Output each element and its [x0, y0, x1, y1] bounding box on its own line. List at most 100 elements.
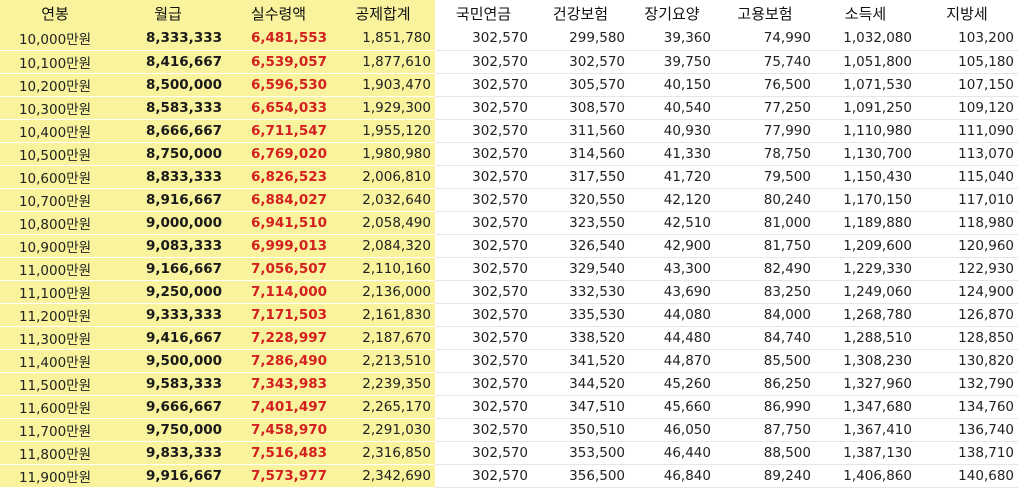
cell-local-tax: 132,790	[916, 372, 1018, 396]
cell-total-deduction: 2,239,350	[331, 372, 435, 396]
cell-long-term-care: 44,080	[629, 303, 715, 327]
cell-employment-insurance: 87,750	[715, 418, 815, 442]
cell-local-tax: 113,070	[916, 142, 1018, 166]
header-monthly-salary: 월급	[110, 0, 226, 27]
cell-monthly-salary: 8,333,333	[110, 27, 226, 51]
cell-net-pay: 7,056,507	[226, 257, 331, 281]
cell-net-pay: 6,711,547	[226, 119, 331, 143]
table-row: 11,300만원 9,416,667 7,228,997 2,187,670 302,5…	[0, 326, 1018, 350]
cell-income-tax: 1,308,230	[815, 349, 916, 373]
cell-total-deduction: 2,187,670	[331, 326, 435, 350]
cell-income-tax: 1,367,410	[815, 418, 916, 442]
cell-net-pay: 7,401,497	[226, 395, 331, 419]
cell-employment-insurance: 85,500	[715, 349, 815, 373]
cell-total-deduction: 2,265,170	[331, 395, 435, 419]
cell-income-tax: 1,032,080	[815, 27, 916, 51]
cell-employment-insurance: 80,240	[715, 188, 815, 212]
table-row: 10,600만원 8,833,333 6,826,523 2,006,810 302,5…	[0, 165, 1018, 189]
header-national-pension: 국민연금	[455, 5, 512, 23]
cell-employment-insurance: 84,740	[715, 326, 815, 350]
cell-net-pay: 6,481,553	[226, 27, 331, 51]
cell-long-term-care: 46,050	[629, 418, 715, 442]
cell-health-insurance: 347,510	[532, 395, 629, 419]
cell-employment-insurance: 76,500	[715, 73, 815, 97]
cell-monthly-salary: 9,750,000	[110, 418, 226, 442]
cell-monthly-salary: 9,083,333	[110, 234, 226, 258]
cell-net-pay: 7,573,977	[226, 464, 331, 488]
cell-annual-salary: 11,300만원	[0, 326, 110, 350]
cell-long-term-care: 43,300	[629, 257, 715, 281]
cell-national-pension: 302,570	[435, 73, 532, 97]
cell-employment-insurance: 83,250	[715, 280, 815, 304]
cell-employment-insurance: 75,740	[715, 50, 815, 74]
cell-monthly-salary: 9,416,667	[110, 326, 226, 350]
cell-local-tax: 118,980	[916, 211, 1018, 235]
cell-total-deduction: 2,161,830	[331, 303, 435, 327]
table-row: 10,300만원 8,583,333 6,654,033 1,929,300 302,5…	[0, 96, 1018, 120]
header-total-deduction: 공제합계	[331, 0, 435, 27]
cell-monthly-salary: 8,500,000	[110, 73, 226, 97]
cell-long-term-care: 41,330	[629, 142, 715, 166]
cell-health-insurance: 356,500	[532, 464, 629, 488]
cell-national-pension: 302,570	[435, 257, 532, 281]
cell-total-deduction: 2,084,320	[331, 234, 435, 258]
cell-monthly-salary: 9,833,333	[110, 441, 226, 465]
cell-net-pay: 6,941,510	[226, 211, 331, 235]
cell-local-tax: 140,680	[916, 464, 1018, 488]
cell-health-insurance: 317,550	[532, 165, 629, 189]
cell-monthly-salary: 8,416,667	[110, 50, 226, 74]
cell-income-tax: 1,249,060	[815, 280, 916, 304]
cell-national-pension: 302,570	[435, 119, 532, 143]
cell-health-insurance: 353,500	[532, 441, 629, 465]
cell-total-deduction: 2,136,000	[331, 280, 435, 304]
cell-long-term-care: 44,480	[629, 326, 715, 350]
cell-annual-salary: 11,800만원	[0, 441, 110, 465]
cell-annual-salary: 10,300만원	[0, 96, 110, 120]
cell-long-term-care: 45,660	[629, 395, 715, 419]
cell-health-insurance: 302,570	[532, 50, 629, 74]
cell-monthly-salary: 8,666,667	[110, 119, 226, 143]
cell-national-pension: 302,570	[435, 326, 532, 350]
cell-health-insurance: 344,520	[532, 372, 629, 396]
cell-local-tax: 109,120	[916, 96, 1018, 120]
cell-employment-insurance: 77,250	[715, 96, 815, 120]
cell-national-pension: 302,570	[435, 142, 532, 166]
cell-employment-insurance: 74,990	[715, 27, 815, 51]
cell-local-tax: 124,900	[916, 280, 1018, 304]
cell-local-tax: 107,150	[916, 73, 1018, 97]
cell-net-pay: 7,343,983	[226, 372, 331, 396]
cell-total-deduction: 2,342,690	[331, 464, 435, 488]
cell-income-tax: 1,347,680	[815, 395, 916, 419]
cell-monthly-salary: 8,750,000	[110, 142, 226, 166]
cell-long-term-care: 40,540	[629, 96, 715, 120]
cell-employment-insurance: 86,990	[715, 395, 815, 419]
cell-monthly-salary: 9,250,000	[110, 280, 226, 304]
cell-local-tax: 122,930	[916, 257, 1018, 281]
cell-annual-salary: 10,900만원	[0, 234, 110, 258]
cell-employment-insurance: 84,000	[715, 303, 815, 327]
cell-health-insurance: 299,580	[532, 27, 629, 51]
cell-annual-salary: 10,800만원	[0, 211, 110, 235]
cell-annual-salary: 11,700만원	[0, 418, 110, 442]
cell-national-pension: 302,570	[435, 211, 532, 235]
header-local-tax: 지방세	[946, 5, 988, 23]
cell-net-pay: 7,228,997	[226, 326, 331, 350]
cell-national-pension: 302,570	[435, 280, 532, 304]
cell-local-tax: 130,820	[916, 349, 1018, 373]
header-annual-salary: 연봉	[0, 0, 110, 27]
cell-net-pay: 7,458,970	[226, 418, 331, 442]
cell-annual-salary: 11,200만원	[0, 303, 110, 327]
cell-health-insurance: 341,520	[532, 349, 629, 373]
cell-long-term-care: 40,150	[629, 73, 715, 97]
cell-local-tax: 105,180	[916, 50, 1018, 74]
cell-employment-insurance: 77,990	[715, 119, 815, 143]
cell-national-pension: 302,570	[435, 96, 532, 120]
cell-income-tax: 1,051,800	[815, 50, 916, 74]
cell-long-term-care: 46,840	[629, 464, 715, 488]
cell-total-deduction: 1,955,120	[331, 119, 435, 143]
cell-long-term-care: 42,510	[629, 211, 715, 235]
cell-income-tax: 1,229,330	[815, 257, 916, 281]
cell-health-insurance: 350,510	[532, 418, 629, 442]
cell-local-tax: 126,870	[916, 303, 1018, 327]
cell-annual-salary: 11,500만원	[0, 372, 110, 396]
